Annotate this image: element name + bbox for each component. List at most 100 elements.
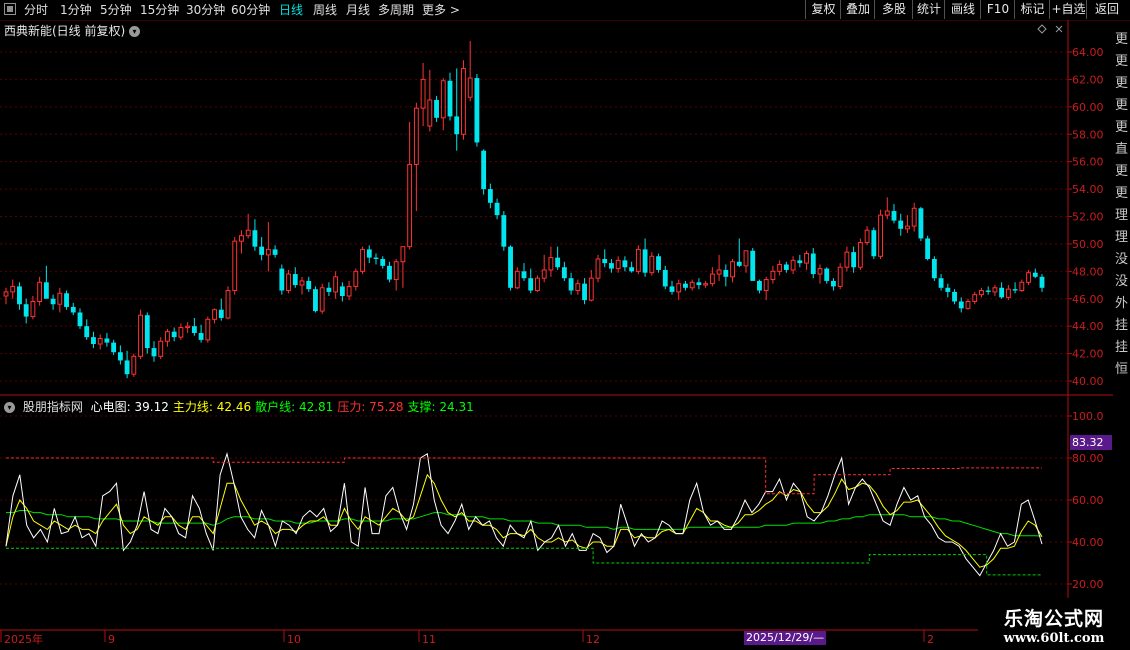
candle-body	[64, 293, 69, 307]
price-tick-label: 40.00	[1072, 375, 1104, 388]
indicator-value-2: 散户线: 42.81	[255, 400, 334, 414]
period-tab-0[interactable]: 分时	[24, 0, 48, 20]
toolbar-button-3[interactable]: 统计	[912, 0, 945, 19]
candle-body	[366, 249, 372, 258]
candle-body	[972, 294, 978, 302]
candle-body	[878, 214, 883, 257]
side-info-strip[interactable]: 更更更更更直更更理理没没外挂挂恒	[1113, 20, 1130, 630]
indicator-dropdown-icon[interactable]: ▾	[4, 402, 15, 413]
toolbar-button-1[interactable]: 叠加	[840, 0, 875, 19]
candle-body	[17, 286, 22, 305]
candle-body	[151, 348, 157, 357]
diamond-icon	[1037, 24, 1047, 34]
indicator-value-0: 心电图: 39.12	[90, 400, 169, 414]
price-tick-label: 64.00	[1072, 46, 1104, 59]
toolbar-button-8[interactable]: 返回	[1086, 0, 1127, 19]
candle-body	[736, 261, 742, 266]
indicator-tick-label: 80.00	[1072, 452, 1104, 465]
time-axis-label: 2025年	[4, 632, 43, 646]
time-axis-label: 2	[927, 633, 934, 646]
candle-body	[528, 278, 534, 291]
period-tab-9[interactable]: 多周期	[378, 0, 414, 20]
candle-body	[427, 99, 433, 127]
dropdown-circle-icon[interactable]: ▾	[129, 26, 141, 37]
candle-body	[588, 277, 594, 301]
candle-body	[938, 278, 944, 288]
candle-body	[1026, 272, 1031, 283]
candle-body	[575, 283, 581, 292]
candle-body	[541, 269, 547, 279]
period-tab-7[interactable]: 周线	[313, 0, 337, 20]
period-tab-3[interactable]: 15分钟	[140, 0, 179, 20]
candle-body	[777, 263, 783, 272]
toolbar-button-5[interactable]: F10	[980, 0, 1015, 19]
candle-body	[918, 208, 924, 239]
candle-body	[30, 300, 36, 318]
candle-body	[992, 287, 998, 293]
candle-body	[952, 291, 957, 302]
candlestick-chart[interactable]: 64.00 62.00 60.00 58.00 56.00 54.00 52.00 50.00…	[0, 20, 1130, 650]
price-tick-label: 52.00	[1072, 211, 1104, 224]
candle-body	[50, 298, 56, 305]
candle-body	[467, 77, 473, 98]
period-tab-10[interactable]: 更多 >	[422, 0, 460, 20]
candle-body	[272, 249, 278, 255]
side-strip-char: 没	[1115, 252, 1129, 267]
candle-body	[689, 281, 695, 289]
candle-body	[144, 315, 150, 349]
period-tab-8[interactable]: 月线	[346, 0, 370, 20]
period-tab-2[interactable]: 5分钟	[100, 0, 132, 20]
candle-body	[104, 338, 110, 343]
candle-body	[703, 283, 709, 286]
indicator-name[interactable]: 股朋指标网	[23, 400, 83, 414]
candle-body	[360, 248, 365, 272]
toolbar-button-7[interactable]: +自选	[1049, 0, 1087, 19]
stock-title: 西典新能(日线 前复权)	[4, 24, 126, 38]
pressure-line	[6, 457, 1042, 495]
candle-body	[420, 78, 426, 109]
candle-body	[279, 268, 285, 291]
watermark-url: www.60lt.com	[1003, 631, 1105, 646]
price-tick-label: 48.00	[1072, 265, 1104, 278]
time-axis-label: 10	[287, 633, 301, 646]
side-strip-char: 理	[1115, 208, 1129, 223]
candle-body	[353, 270, 359, 287]
candle-body	[642, 249, 648, 273]
candle-body	[171, 331, 177, 338]
candle-body	[131, 355, 137, 375]
candle-body	[461, 67, 466, 135]
candle-body	[198, 333, 204, 340]
candle-body	[434, 99, 439, 118]
price-tick-label: 46.00	[1072, 293, 1104, 306]
period-tab-5[interactable]: 60分钟	[231, 0, 270, 20]
candle-body	[535, 277, 540, 292]
candle-body	[985, 290, 991, 292]
cursor-value-tag: 83.32	[1070, 435, 1112, 450]
period-tab-1[interactable]: 1分钟	[60, 0, 92, 20]
candle-body	[37, 281, 43, 302]
toolbar-button-2[interactable]: 多股	[874, 0, 913, 19]
period-tab-4[interactable]: 30分钟	[186, 0, 225, 20]
candle-body	[84, 326, 90, 338]
candle-body	[656, 256, 661, 270]
watermark-title: 乐淘公式网	[1003, 608, 1104, 630]
stock-title-bar: 西典新能(日线 前复权) ▾	[4, 22, 141, 39]
layout-grid-icon[interactable]	[4, 3, 16, 15]
side-strip-char: 更	[1115, 186, 1129, 201]
candle-body	[1039, 276, 1045, 288]
side-strip-char: 挂	[1115, 318, 1129, 333]
candle-body	[979, 290, 984, 296]
candle-body	[407, 163, 413, 248]
time-axis-label: 9	[108, 633, 115, 646]
candle-body	[716, 269, 722, 275]
toolbar-button-6[interactable]: 标记	[1014, 0, 1050, 19]
candle-body	[696, 282, 702, 286]
toolbar-button-0[interactable]: 复权	[805, 0, 841, 19]
toolbar-button-4[interactable]: 画线	[944, 0, 981, 19]
candle-body	[77, 312, 83, 327]
candle-body	[911, 207, 917, 227]
candle-body	[797, 260, 803, 264]
period-tab-6[interactable]: 日线	[279, 0, 303, 20]
candle-body	[810, 253, 816, 275]
candle-body	[232, 240, 238, 292]
